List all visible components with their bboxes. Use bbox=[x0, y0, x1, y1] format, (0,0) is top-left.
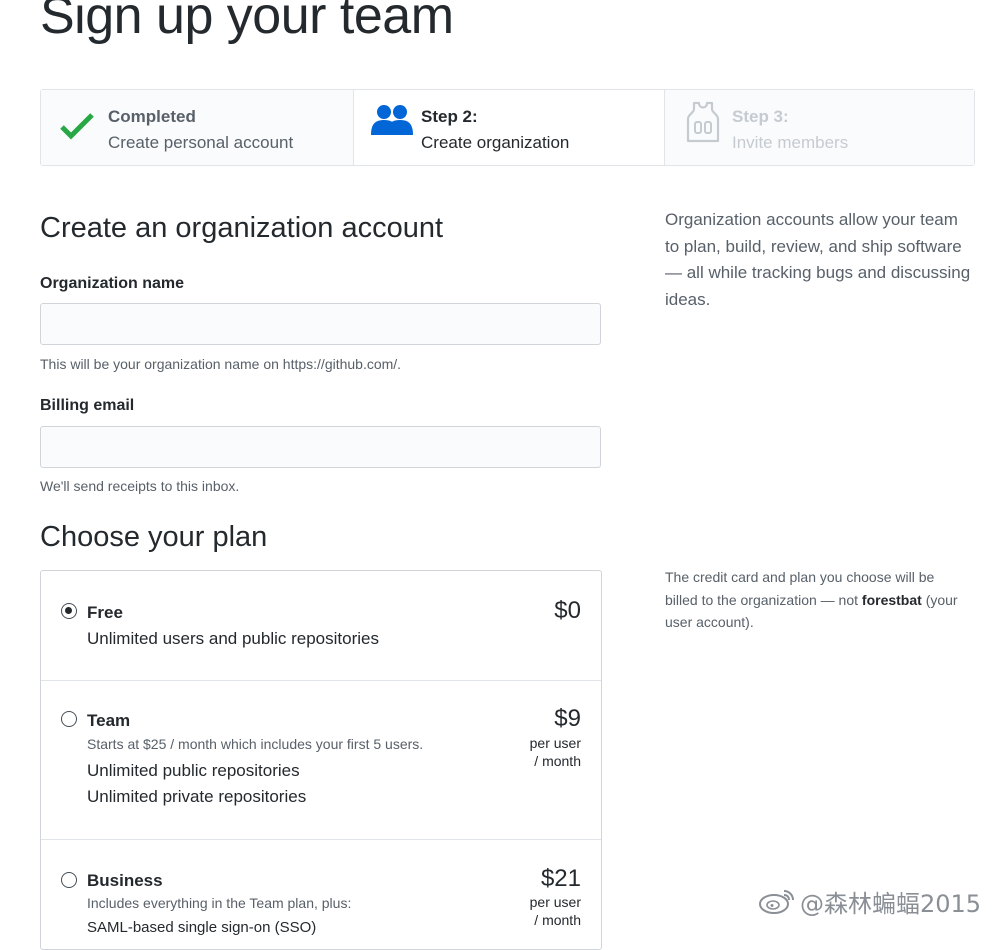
org-name-note: This will be your organization name on h… bbox=[40, 356, 402, 372]
billing-email-label: Billing email bbox=[40, 397, 135, 414]
billing-email-input[interactable] bbox=[40, 426, 601, 468]
plan-team[interactable]: Team Starts at $25 / month which include… bbox=[41, 681, 601, 840]
step-upcoming: Step 3: Invite members bbox=[665, 90, 974, 165]
people-icon bbox=[371, 105, 413, 135]
plan-business-name: Business bbox=[87, 871, 163, 890]
org-info-text: Organization accounts allow your team to… bbox=[665, 210, 971, 309]
step-2-desc: Create organization bbox=[421, 133, 570, 152]
choose-plan-heading: Choose your plan bbox=[40, 521, 268, 553]
plan-free-feature-1: Unlimited users and public repositories bbox=[87, 629, 379, 648]
plan-free-price: $0 bbox=[554, 597, 581, 624]
plan-free-name: Free bbox=[87, 603, 123, 622]
jersey-icon bbox=[686, 101, 720, 143]
plan-team-price: $9 bbox=[554, 705, 581, 732]
step-current: Step 2: Create organization bbox=[354, 90, 665, 165]
plan-team-feature-1: Unlimited public repositories bbox=[87, 761, 300, 780]
watermark: @森林蝙蝠2015 bbox=[758, 883, 981, 919]
plan-list: Free Unlimited users and public reposito… bbox=[40, 570, 602, 950]
plan-business-price-period: / month bbox=[534, 912, 581, 928]
plan-team-name: Team bbox=[87, 711, 131, 730]
signup-steps: Completed Create personal account Step 2… bbox=[40, 89, 975, 166]
step-completed: Completed Create personal account bbox=[41, 90, 354, 165]
page-title: Sign up your team bbox=[40, 0, 454, 45]
step-1-desc: Create personal account bbox=[108, 133, 294, 152]
watermark-text: @森林蝙蝠2015 bbox=[800, 889, 982, 918]
plan-team-radio[interactable] bbox=[61, 711, 77, 727]
plan-business-price: $21 bbox=[540, 865, 581, 892]
checkmark-icon bbox=[60, 113, 94, 140]
plan-free[interactable]: Free Unlimited users and public reposito… bbox=[41, 571, 601, 681]
plan-team-price-period: / month bbox=[534, 753, 581, 769]
step-3-label: Step 3: bbox=[732, 107, 789, 126]
plan-business-radio[interactable] bbox=[61, 872, 77, 888]
billing-info-text: The credit card and plan you choose will… bbox=[665, 566, 965, 634]
org-name-label: Organization name bbox=[40, 275, 185, 292]
plan-team-desc: Starts at $25 / month which includes you… bbox=[87, 736, 424, 752]
plan-free-radio[interactable] bbox=[61, 603, 77, 619]
plan-team-feature-2: Unlimited private repositories bbox=[87, 787, 307, 806]
step-1-label: Completed bbox=[108, 107, 196, 126]
org-name-input[interactable] bbox=[40, 303, 601, 345]
step-3-desc: Invite members bbox=[732, 133, 849, 152]
billing-email-note: We'll send receipts to this inbox. bbox=[40, 478, 240, 494]
plan-business-desc: Includes everything in the Team plan, pl… bbox=[87, 895, 352, 911]
step-2-label: Step 2: bbox=[421, 107, 478, 126]
plan-business[interactable]: Business Includes everything in the Team… bbox=[41, 840, 601, 949]
weibo-logo-icon bbox=[759, 890, 794, 914]
billing-info-username: forestbat bbox=[861, 591, 922, 608]
plan-team-price-unit: per user bbox=[529, 735, 581, 751]
plan-business-feature-1: SAML-based single sign-on (SSO) bbox=[87, 919, 317, 936]
create-org-heading: Create an organization account bbox=[40, 212, 444, 244]
plan-business-price-unit: per user bbox=[529, 894, 581, 910]
